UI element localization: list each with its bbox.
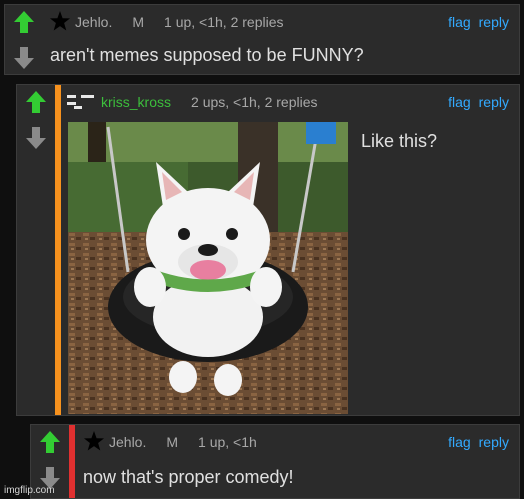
star-icon — [49, 10, 71, 35]
comment-stats: 1 up, <1h — [198, 434, 257, 450]
star-icon — [83, 430, 105, 455]
username[interactable]: Jehlo. — [75, 14, 112, 30]
comment-meta: kriss_kross 2 ups, <1h, 2 replies — [67, 85, 318, 119]
watermark: imgflip.com — [4, 485, 55, 496]
vote-column — [5, 5, 43, 74]
downvote-button[interactable] — [23, 125, 49, 151]
rank-bar — [69, 425, 75, 498]
comment-meta: Jehlo. M 1 up, <1h — [83, 425, 257, 459]
username[interactable]: kriss_kross — [101, 94, 171, 110]
flag-link[interactable]: flag — [448, 14, 471, 30]
username[interactable]: Jehlo. — [109, 434, 146, 450]
meme-image[interactable] — [68, 122, 348, 414]
arrow-down-icon — [26, 127, 46, 149]
comment-3: Jehlo. M 1 up, <1h flag reply now that's… — [30, 424, 520, 499]
comment-text: now that's proper comedy! — [83, 467, 294, 487]
upvote-button[interactable] — [37, 429, 63, 455]
comment-stats: 2 ups, <1h, 2 replies — [191, 94, 318, 110]
comment-stats: 1 up, <1h, 2 replies — [164, 14, 284, 30]
arrow-up-icon — [26, 91, 46, 113]
flag-link[interactable]: flag — [448, 434, 471, 450]
flag-link[interactable]: flag — [448, 94, 471, 110]
upvote-button[interactable] — [23, 89, 49, 115]
arrow-down-icon — [14, 47, 34, 69]
comment-actions: flag reply — [448, 425, 509, 459]
comment-actions: flag reply — [448, 5, 509, 39]
comment-text: aren't memes supposed to be FUNNY? — [50, 45, 364, 65]
reply-link[interactable]: reply — [479, 94, 509, 110]
mod-badge: M — [132, 14, 145, 30]
downvote-button[interactable] — [11, 45, 37, 71]
user-rank-icon — [67, 92, 95, 113]
mod-badge: M — [166, 434, 179, 450]
reply-link[interactable]: reply — [479, 14, 509, 30]
comment-actions: flag reply — [448, 85, 509, 119]
vote-column — [17, 85, 55, 415]
reply-link[interactable]: reply — [479, 434, 509, 450]
comment-1: Jehlo. M 1 up, <1h, 2 replies flag reply… — [4, 4, 520, 75]
upvote-button[interactable] — [11, 9, 37, 35]
comment-meta: Jehlo. M 1 up, <1h, 2 replies — [49, 5, 284, 39]
arrow-up-icon — [14, 11, 34, 33]
arrow-up-icon — [40, 431, 60, 453]
rank-bar — [55, 85, 61, 415]
comment-text: Like this? — [361, 131, 438, 151]
